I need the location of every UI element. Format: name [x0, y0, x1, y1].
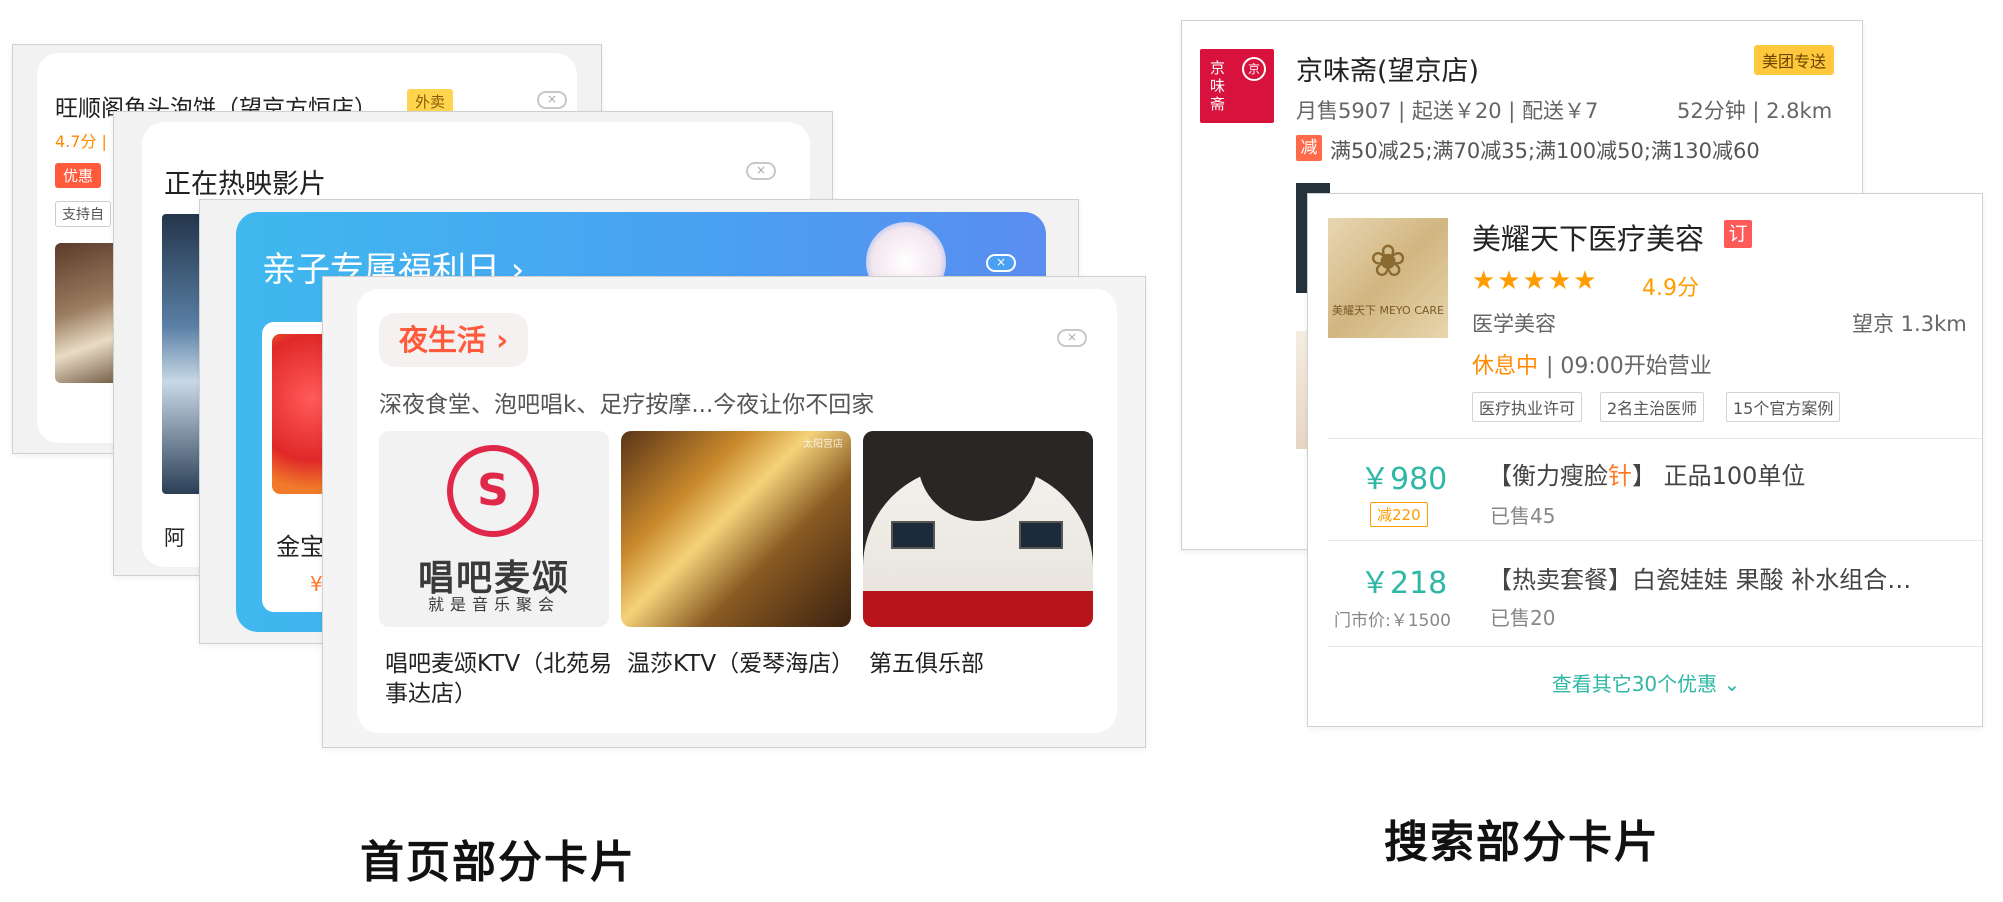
nightlife-card-frame: 夜生活 › × 深夜食堂、泡吧唱k、足疗按摩...今夜让你不回家 S 唱吧麦颂 …: [322, 276, 1146, 748]
lotus-icon: ❀: [1369, 236, 1407, 287]
promo-tag: 优惠: [55, 163, 102, 188]
deal-cut-tag: 减220: [1370, 502, 1428, 527]
restaurant-time-distance: 52分钟 | 2.8km: [1677, 99, 1833, 123]
nightlife-badge[interactable]: 夜生活 ›: [379, 313, 529, 367]
restaurant-logo: 京味斋 京: [1200, 49, 1274, 123]
deal-title-prefix: 【衡力瘦脸: [1488, 462, 1608, 490]
discount-text: 满50减25;满70减35;满100减50;满130减60: [1330, 139, 1760, 163]
discount-icon: 减: [1296, 135, 1322, 161]
deal-sold: 已售20: [1490, 606, 1556, 630]
deal-original-price: 门市价:￥1500: [1334, 611, 1451, 631]
nightlife-subtitle: 深夜食堂、泡吧唱k、足疗按摩...今夜让你不回家: [379, 392, 875, 418]
restaurant-title[interactable]: 京味斋(望京店): [1296, 49, 1479, 88]
tv-screen: [1019, 521, 1063, 549]
changba-logo-mark: S: [477, 465, 509, 516]
movies-title: 正在热映影片: [164, 169, 326, 200]
clinic-status: 休息中: [1472, 354, 1539, 379]
clinic-logo-text: 美耀天下 MEYO CARE: [1331, 304, 1444, 317]
restaurant-meta: 月售5907 | 起送￥20 | 配送￥7: [1296, 99, 1599, 123]
clinic-badge: 15个官方案例: [1726, 392, 1841, 422]
deal-price: ￥218: [1360, 566, 1448, 601]
photo-watermark: 太阳宫店: [803, 439, 843, 450]
clinic-badge: 医疗执业许可: [1472, 392, 1583, 422]
close-icon[interactable]: ×: [1057, 329, 1087, 347]
tv-screen: [891, 521, 935, 549]
restaurant-logo-text: 京味斋: [1210, 59, 1226, 113]
family-item-name: 金宝: [276, 533, 324, 561]
deal-title-suffix: 】 正品100单位: [1632, 462, 1806, 490]
more-deals-link[interactable]: 查看其它30个优惠 ⌄: [1308, 668, 1982, 697]
movie-name: 阿: [164, 526, 185, 550]
deal-title[interactable]: 【衡力瘦脸针】 正品100单位: [1488, 456, 1805, 491]
pickup-tag: 支持自: [55, 201, 111, 227]
clinic-title[interactable]: 美耀天下医疗美容: [1472, 216, 1704, 258]
close-icon[interactable]: ×: [986, 254, 1016, 272]
clinic-search-card[interactable]: ❀ 美耀天下 MEYO CARE 美耀天下医疗美容 订 ★★★★★ 4.9分 医…: [1307, 193, 1983, 727]
family-item-price: ¥: [310, 572, 323, 596]
home-caption: 首页部分卡片: [360, 837, 636, 888]
venue-image-fifth-club[interactable]: [863, 431, 1093, 627]
venue-name[interactable]: 唱吧麦颂KTV（北苑易事达店）: [385, 649, 615, 709]
deal-title-highlight: 针: [1608, 462, 1632, 490]
nightlife-card[interactable]: 夜生活 › × 深夜食堂、泡吧唱k、足疗按摩...今夜让你不回家 S 唱吧麦颂 …: [357, 289, 1117, 733]
changba-logo-icon: S: [447, 445, 539, 537]
deal-sold: 已售45: [1490, 504, 1556, 528]
deal-title[interactable]: 【热卖套餐】白瓷娃娃 果酸 补水组合…: [1488, 560, 1911, 595]
divider: [1328, 646, 1982, 647]
venue-name[interactable]: 第五俱乐部: [869, 649, 1099, 679]
clinic-badge: 2名主治医师: [1600, 392, 1705, 422]
clinic-score: 4.9分: [1642, 276, 1699, 301]
venue-name[interactable]: 温莎KTV（爱琴海店）: [627, 649, 857, 679]
close-icon[interactable]: ×: [746, 162, 776, 180]
venue-image-windsor[interactable]: 太阳宫店: [621, 431, 851, 627]
divider: [1328, 438, 1982, 439]
clinic-location: 望京 1.3km: [1852, 312, 1967, 336]
chevron-down-icon: ⌄: [1723, 672, 1741, 696]
clinic-logo: ❀ 美耀天下 MEYO CARE: [1328, 218, 1448, 338]
clinic-category: 医学美容: [1472, 312, 1556, 336]
delivery-tag: 美团专送: [1754, 45, 1835, 75]
clinic-hours: | 09:00开始营业: [1546, 354, 1712, 379]
takeout-rating: 4.7分 |: [55, 132, 107, 151]
rating-stars-icon: ★★★★★: [1472, 266, 1599, 296]
close-icon[interactable]: ×: [537, 91, 567, 109]
more-deals-label: 查看其它30个优惠: [1551, 672, 1718, 696]
divider: [1328, 540, 1982, 541]
club-floor: [863, 591, 1093, 627]
venue-image-changba[interactable]: S 唱吧麦颂 就是音乐聚会: [379, 431, 609, 627]
changba-logo-slogan: 就是音乐聚会: [427, 595, 560, 614]
booking-icon: 订: [1724, 220, 1752, 248]
deal-price: ￥980: [1360, 462, 1448, 497]
search-caption: 搜索部分卡片: [1384, 817, 1660, 868]
restaurant-logo-mark: 京: [1242, 57, 1266, 81]
